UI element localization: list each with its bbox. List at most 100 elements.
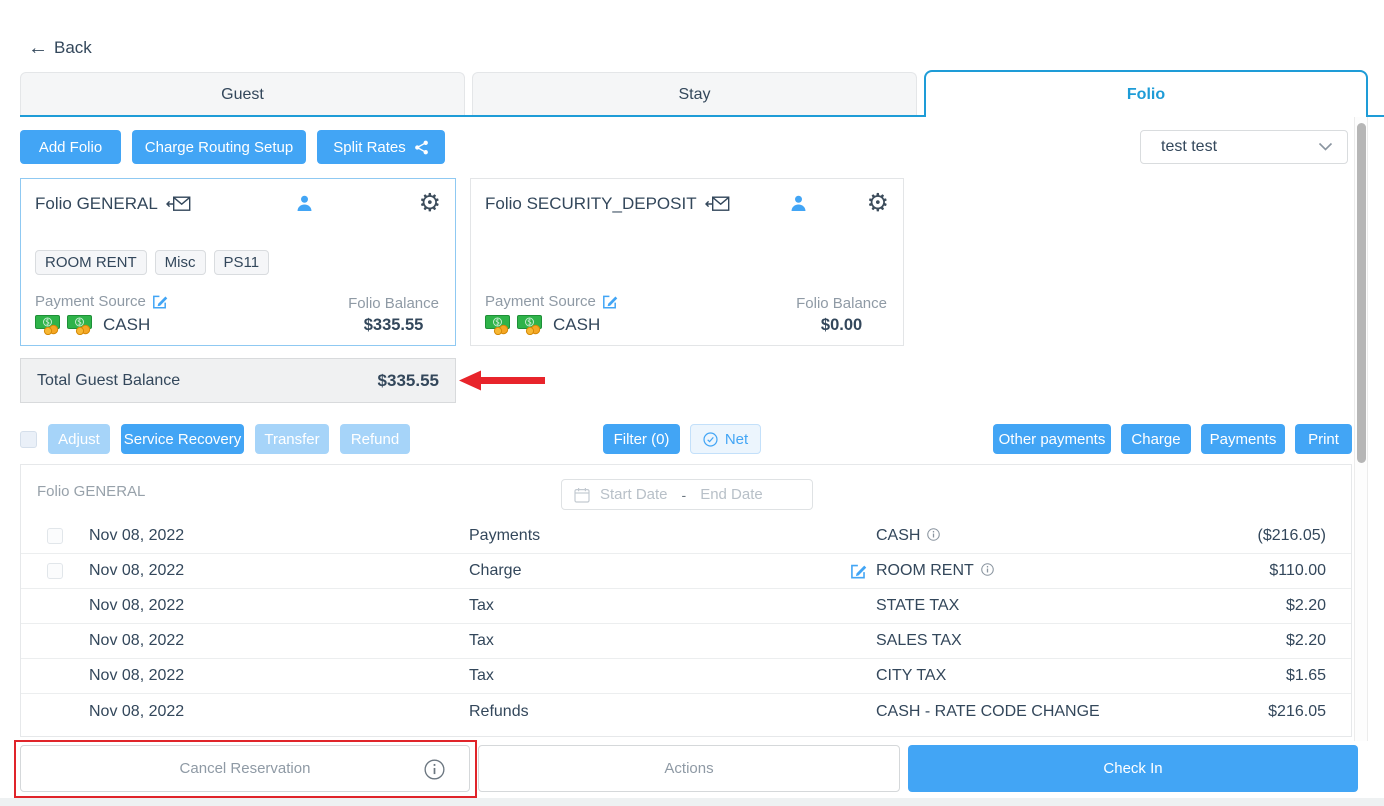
payments-button[interactable]: Payments xyxy=(1201,424,1285,454)
row-amount: $2.20 xyxy=(1176,632,1326,650)
gear-icon[interactable]: ⚙ xyxy=(419,191,441,216)
print-button[interactable]: Print xyxy=(1295,424,1352,454)
send-message-icon[interactable] xyxy=(166,196,191,212)
split-rates-button[interactable]: Split Rates xyxy=(317,130,445,164)
info-icon[interactable] xyxy=(927,528,940,541)
row-date: Nov 08, 2022 xyxy=(89,562,469,580)
row-description: CASH - RATE CODE CHANGE xyxy=(876,703,1100,721)
row-type: Tax xyxy=(469,597,850,615)
tag-ps11[interactable]: PS11 xyxy=(214,250,270,275)
cash-icon: $ xyxy=(485,314,512,335)
folio-balance-value: $335.55 xyxy=(364,316,424,335)
back-label: Back xyxy=(54,38,92,58)
row-date: Nov 08, 2022 xyxy=(89,632,469,650)
row-checkbox[interactable] xyxy=(47,528,63,544)
folio-title: Folio GENERAL xyxy=(35,194,158,214)
date-range-picker[interactable]: Start Date - End Date xyxy=(561,479,813,510)
row-date: Nov 08, 2022 xyxy=(89,667,469,685)
folio-title: Folio SECURITY_DEPOSIT xyxy=(485,194,697,214)
transfer-button[interactable]: Transfer xyxy=(255,424,329,454)
row-checkbox[interactable] xyxy=(47,563,63,579)
row-type: Payments xyxy=(469,527,850,545)
total-guest-balance-value: $335.55 xyxy=(378,371,439,391)
tab-folio[interactable]: Folio xyxy=(924,70,1368,117)
payment-source-label: Payment Source xyxy=(485,293,596,310)
send-message-icon[interactable] xyxy=(705,196,730,212)
info-icon[interactable] xyxy=(424,759,445,784)
edit-payment-source-icon[interactable] xyxy=(152,294,168,310)
tag-misc[interactable]: Misc xyxy=(155,250,206,275)
chevron-down-icon xyxy=(1318,142,1333,152)
refund-button[interactable]: Refund xyxy=(340,424,410,454)
edit-icon[interactable] xyxy=(850,563,867,580)
tab-bar: Guest Stay Folio xyxy=(0,70,1384,117)
check-in-button[interactable]: Check In xyxy=(908,745,1358,792)
guest-selector[interactable]: test test xyxy=(1140,130,1348,164)
select-all-checkbox[interactable] xyxy=(20,431,37,448)
row-type: Refunds xyxy=(469,703,850,721)
cancel-reservation-button[interactable]: Cancel Reservation xyxy=(20,745,470,792)
charge-button[interactable]: Charge xyxy=(1121,424,1191,454)
folio-balance-label: Folio Balance xyxy=(348,295,439,312)
adjust-button[interactable]: Adjust xyxy=(48,424,110,454)
table-row: Nov 08, 2022 Tax STATE TAX $2.20 xyxy=(21,589,1351,624)
svg-text:$: $ xyxy=(495,318,500,327)
start-date-placeholder[interactable]: Start Date xyxy=(600,486,668,503)
other-payments-button[interactable]: Other payments xyxy=(993,424,1111,454)
folio-card-general: Folio GENERAL ⚙ ROOM RENT Misc PS11 Paym… xyxy=(20,178,456,346)
payment-method-value: CASH xyxy=(553,315,600,335)
row-amount: $1.65 xyxy=(1176,667,1326,685)
scrollbar[interactable] xyxy=(1354,117,1368,741)
actions-button[interactable]: Actions xyxy=(478,745,900,792)
net-toggle[interactable]: Net xyxy=(690,424,761,454)
tab-stay[interactable]: Stay xyxy=(472,72,917,115)
folio-tags: ROOM RENT Misc PS11 xyxy=(35,250,441,275)
tab-guest[interactable]: Guest xyxy=(20,72,465,115)
row-amount: $110.00 xyxy=(1176,562,1326,580)
row-description: CASH xyxy=(876,527,920,545)
row-amount: ($216.05) xyxy=(1176,527,1326,545)
guest-person-icon[interactable] xyxy=(789,194,808,213)
filter-button[interactable]: Filter (0) xyxy=(603,424,680,454)
date-range-separator: - xyxy=(678,487,691,503)
calendar-icon xyxy=(574,487,590,503)
folio-card-security-deposit: Folio SECURITY_DEPOSIT ⚙ Payment Source xyxy=(470,178,904,346)
total-guest-balance: Total Guest Balance $335.55 xyxy=(20,358,456,403)
table-row: Nov 08, 2022 Payments CASH ($216.05) xyxy=(21,519,1351,554)
svg-text:$: $ xyxy=(45,318,50,327)
gear-icon[interactable]: ⚙ xyxy=(867,191,889,216)
table-folio-label: Folio GENERAL xyxy=(37,483,145,500)
cancel-reservation-label: Cancel Reservation xyxy=(180,760,311,777)
payment-method-value: CASH xyxy=(103,315,150,335)
back-arrow-icon: ← xyxy=(28,38,48,58)
edit-payment-source-icon[interactable] xyxy=(602,294,618,310)
row-description: CITY TAX xyxy=(876,667,946,685)
net-label: Net xyxy=(725,431,748,448)
row-date: Nov 08, 2022 xyxy=(89,527,469,545)
service-recovery-button[interactable]: Service Recovery xyxy=(121,424,244,454)
reservation-folio-page: ← Back Guest Stay Folio Add Folio Charge… xyxy=(0,0,1384,806)
table-row: Nov 08, 2022 Charge ROOM RENT $110.00 xyxy=(21,554,1351,589)
row-date: Nov 08, 2022 xyxy=(89,597,469,615)
transactions-table: Folio GENERAL Start Date - End Date Nov … xyxy=(20,464,1352,737)
share-icon xyxy=(414,140,429,155)
folio-balance-label: Folio Balance xyxy=(796,295,887,312)
add-folio-button[interactable]: Add Folio xyxy=(20,130,121,164)
info-icon[interactable] xyxy=(981,563,994,576)
transactions-body: Nov 08, 2022 Payments CASH ($216.05) Nov… xyxy=(21,519,1351,729)
guest-person-icon[interactable] xyxy=(295,194,314,213)
split-rates-label: Split Rates xyxy=(333,139,406,156)
row-type: Tax xyxy=(469,632,850,650)
guest-selector-value: test test xyxy=(1161,138,1217,156)
scrollbar-thumb[interactable] xyxy=(1357,123,1366,463)
charge-routing-setup-button[interactable]: Charge Routing Setup xyxy=(132,130,306,164)
back-button[interactable]: ← Back xyxy=(28,38,92,58)
tag-room-rent[interactable]: ROOM RENT xyxy=(35,250,147,275)
row-type: Charge xyxy=(469,562,850,580)
total-guest-balance-label: Total Guest Balance xyxy=(37,372,180,390)
row-description: SALES TAX xyxy=(876,632,962,650)
row-date: Nov 08, 2022 xyxy=(89,703,469,721)
table-row: Nov 08, 2022 Tax CITY TAX $1.65 xyxy=(21,659,1351,694)
end-date-placeholder[interactable]: End Date xyxy=(700,486,763,503)
cash-icon: $ xyxy=(67,314,94,335)
